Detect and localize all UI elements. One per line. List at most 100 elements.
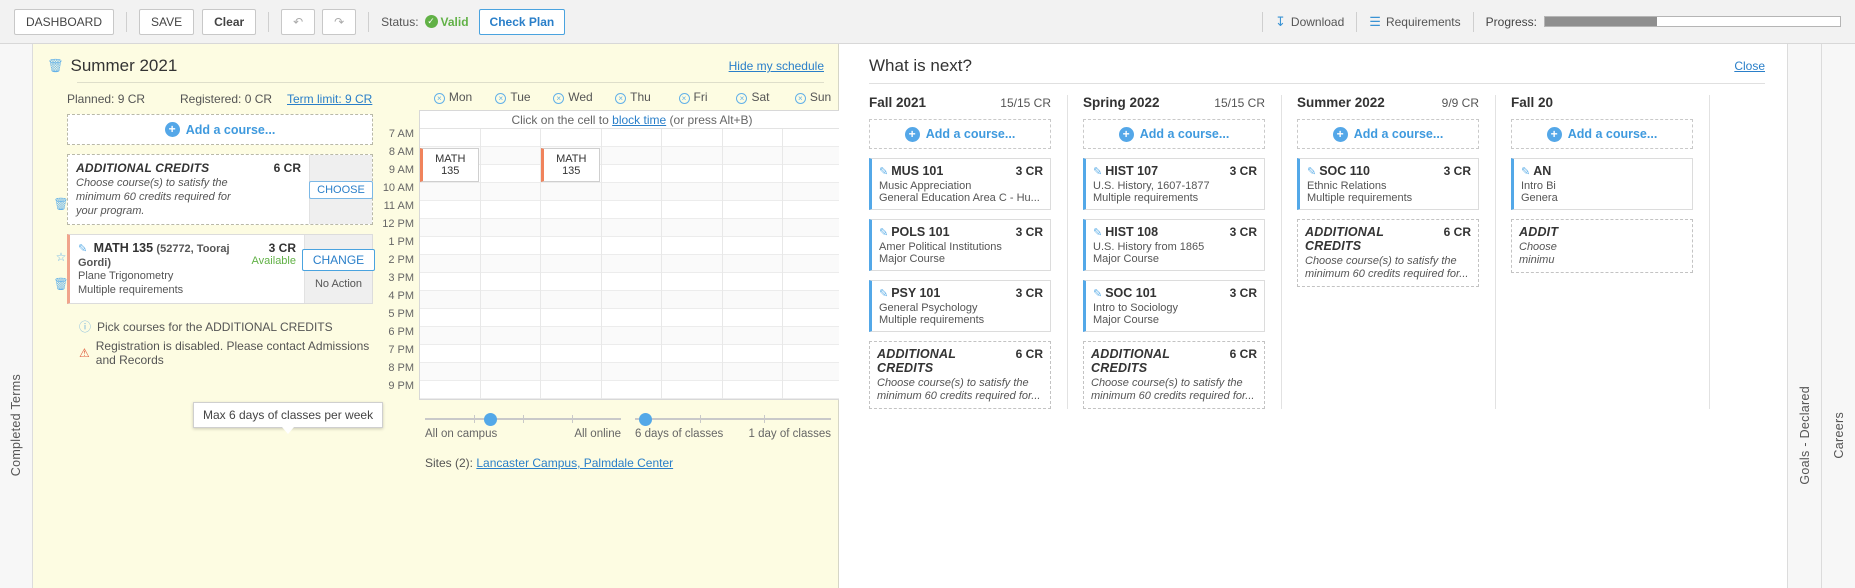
- schedule-cell[interactable]: [420, 255, 480, 273]
- days-slider-track[interactable]: [635, 412, 831, 426]
- close-day-icon[interactable]: ×: [615, 92, 627, 104]
- schedule-cell[interactable]: [662, 237, 722, 255]
- schedule-cell[interactable]: [662, 183, 722, 201]
- add-course-button[interactable]: + Add a course...: [1297, 119, 1479, 149]
- schedule-cell[interactable]: [722, 219, 782, 237]
- schedule-cell[interactable]: [662, 147, 722, 165]
- schedule-cell[interactable]: [601, 345, 661, 363]
- undo-icon[interactable]: ↶: [281, 8, 316, 35]
- schedule-cell[interactable]: [722, 165, 782, 183]
- save-button[interactable]: SAVE: [139, 8, 195, 35]
- close-link[interactable]: Close: [1734, 59, 1765, 73]
- schedule-cell[interactable]: [480, 255, 540, 273]
- campus-online-slider[interactable]: All on campus All online: [425, 412, 621, 440]
- schedule-cell[interactable]: [601, 381, 661, 399]
- course-card[interactable]: ✎ AN Intro Bi Genera: [1511, 158, 1693, 210]
- schedule-cell[interactable]: [601, 363, 661, 381]
- schedule-cell[interactable]: [662, 129, 722, 147]
- completed-terms-rail[interactable]: Completed Terms: [0, 44, 33, 588]
- clear-button[interactable]: Clear: [202, 8, 257, 35]
- day-column-sat[interactable]: [722, 129, 783, 399]
- course-card[interactable]: ✎ PSY 101 3 CR General Psychology Multiple r…: [869, 280, 1051, 332]
- day-column-sun[interactable]: [783, 129, 844, 399]
- schedule-cell[interactable]: [662, 201, 722, 219]
- edit-pencil-icon[interactable]: ✎: [1521, 166, 1530, 178]
- check-plan-button[interactable]: Check Plan: [478, 8, 566, 35]
- schedule-cell[interactable]: [480, 183, 540, 201]
- add-course-button[interactable]: + Add a course...: [67, 114, 373, 145]
- schedule-cell[interactable]: [601, 291, 661, 309]
- course-card[interactable]: ✎ MATH 135 (52772, Tooraj Gordi) Plane T…: [67, 234, 376, 304]
- schedule-cell[interactable]: [601, 183, 661, 201]
- schedule-cell[interactable]: [541, 291, 601, 309]
- schedule-cell[interactable]: [722, 327, 782, 345]
- schedule-cell[interactable]: [480, 381, 540, 399]
- schedule-cell[interactable]: [601, 255, 661, 273]
- schedule-cell[interactable]: [783, 129, 844, 147]
- schedule-cell[interactable]: [722, 129, 782, 147]
- day-column-wed[interactable]: MATH 135: [541, 129, 602, 399]
- schedule-cell[interactable]: [541, 309, 601, 327]
- add-course-button[interactable]: + Add a course...: [1511, 119, 1693, 149]
- schedule-cell[interactable]: [783, 291, 844, 309]
- campus-slider-knob[interactable]: [483, 413, 497, 426]
- day-column-tue[interactable]: [480, 129, 541, 399]
- change-button[interactable]: CHANGE: [301, 248, 376, 271]
- schedule-cell[interactable]: [783, 327, 844, 345]
- edit-pencil-icon[interactable]: ✎: [1093, 227, 1102, 239]
- schedule-cell[interactable]: [722, 345, 782, 363]
- careers-rail[interactable]: Careers: [1821, 44, 1855, 588]
- additional-credits-card[interactable]: ADDITIONAL CREDITS 6 CR Choose course(s) t…: [1297, 219, 1479, 287]
- trash-icon[interactable]: 🗑: [47, 58, 64, 74]
- schedule-cell[interactable]: [662, 327, 722, 345]
- schedule-cell[interactable]: [601, 165, 661, 183]
- schedule-cell[interactable]: [541, 129, 601, 147]
- hide-schedule-link[interactable]: Hide my schedule: [729, 59, 824, 73]
- schedule-cell[interactable]: [722, 363, 782, 381]
- schedule-cell[interactable]: [783, 165, 844, 183]
- schedule-cell[interactable]: [541, 345, 601, 363]
- schedule-event[interactable]: MATH 135: [541, 148, 600, 182]
- schedule-cell[interactable]: [480, 309, 540, 327]
- schedule-cell[interactable]: [601, 327, 661, 345]
- schedule-cell[interactable]: [541, 255, 601, 273]
- additional-credits-card[interactable]: ADDITIONAL CREDITS 6 CR Choose course(s) t…: [1083, 341, 1265, 409]
- schedule-cell[interactable]: [722, 183, 782, 201]
- term-limit-link[interactable]: Term limit: 9 CR: [287, 92, 372, 106]
- schedule-cell[interactable]: [541, 363, 601, 381]
- schedule-cell[interactable]: [480, 327, 540, 345]
- schedule-cell[interactable]: [783, 147, 844, 165]
- schedule-cell[interactable]: [420, 183, 480, 201]
- schedule-cell[interactable]: [541, 219, 601, 237]
- schedule-cell[interactable]: [783, 273, 844, 291]
- schedule-cell[interactable]: [662, 255, 722, 273]
- schedule-cell[interactable]: [420, 345, 480, 363]
- add-course-button[interactable]: + Add a course...: [1083, 119, 1265, 149]
- schedule-cell[interactable]: [541, 183, 601, 201]
- schedule-cell[interactable]: [420, 237, 480, 255]
- schedule-cell[interactable]: [480, 147, 540, 165]
- course-card[interactable]: ✎ HIST 108 3 CR U.S. History from 1865 Major…: [1083, 219, 1265, 271]
- schedule-cell[interactable]: [420, 273, 480, 291]
- schedule-cell[interactable]: [480, 345, 540, 363]
- schedule-cell[interactable]: [601, 201, 661, 219]
- schedule-cell[interactable]: [480, 363, 540, 381]
- schedule-cell[interactable]: [480, 201, 540, 219]
- schedule-cell[interactable]: [722, 309, 782, 327]
- schedule-cell[interactable]: [783, 309, 844, 327]
- edit-pencil-icon[interactable]: ✎: [879, 288, 888, 300]
- day-column-mon[interactable]: MATH 135: [420, 129, 481, 399]
- schedule-event[interactable]: MATH 135: [420, 148, 479, 182]
- choose-button[interactable]: CHOOSE: [309, 180, 373, 199]
- schedule-cell[interactable]: [601, 309, 661, 327]
- schedule-cell[interactable]: [662, 363, 722, 381]
- schedule-cell[interactable]: [722, 237, 782, 255]
- schedule-cell[interactable]: [480, 273, 540, 291]
- schedule-cell[interactable]: [420, 327, 480, 345]
- schedule-cell[interactable]: [480, 291, 540, 309]
- schedule-cell[interactable]: [783, 345, 844, 363]
- additional-credits-card[interactable]: ADDITIONAL CREDITS Choose course(s) to s…: [67, 154, 373, 225]
- schedule-cell[interactable]: [601, 147, 661, 165]
- requirements-button[interactable]: ☰ Requirements: [1369, 14, 1460, 30]
- goals-rail[interactable]: Goals - Declared: [1787, 44, 1821, 588]
